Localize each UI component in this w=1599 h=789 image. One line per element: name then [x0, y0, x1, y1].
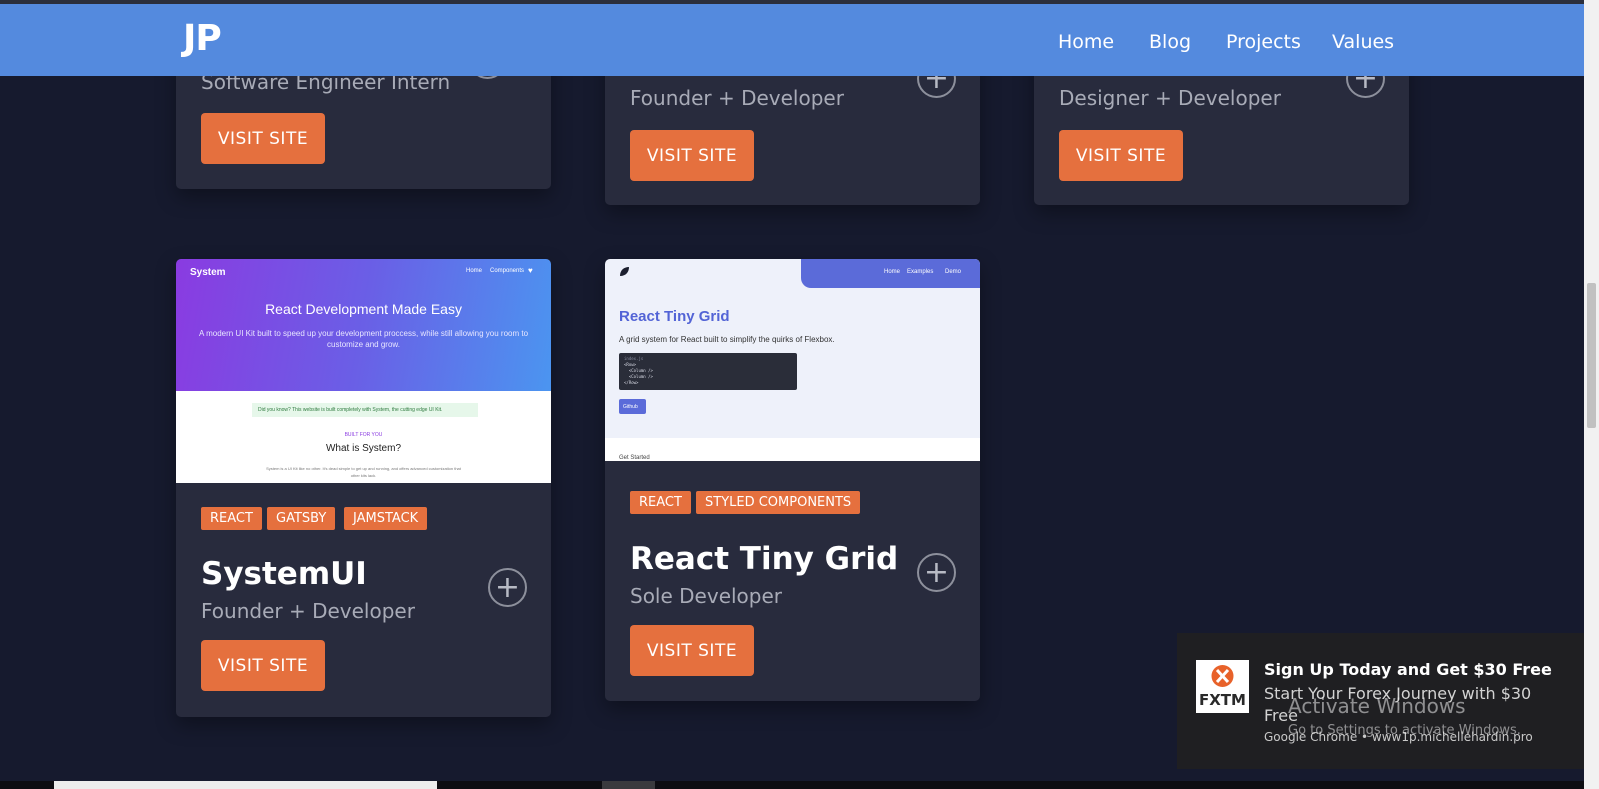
visit-site-button[interactable]: VISIT SITE: [201, 113, 325, 164]
scrollbar-thumb[interactable]: [1587, 283, 1596, 428]
project-title: React Tiny Grid: [630, 541, 899, 577]
preview-subline: A modern UI Kit built to speed up your d…: [198, 329, 529, 349]
visit-site-button[interactable]: VISIT SITE: [1059, 130, 1183, 181]
preview-nav-components: Components: [490, 268, 525, 274]
project-card-react-tiny-grid: Home Examples Demo React Tiny Grid A gri…: [605, 259, 980, 701]
preview-section-title: What is System?: [325, 443, 402, 454]
preview-footer: Get Started: [605, 438, 980, 461]
site-logo[interactable]: JP: [183, 18, 222, 59]
plus-icon: +: [494, 569, 521, 605]
project-screenshot: Home Examples Demo React Tiny Grid A gri…: [605, 259, 980, 461]
visit-site-button[interactable]: VISIT SITE: [630, 625, 754, 676]
preview-code-line: index.js: [624, 356, 644, 361]
project-role: Sole Developer: [630, 584, 783, 608]
preview-code-block: index.js <Row> <Column /> <Column /> </R…: [619, 353, 797, 390]
activate-windows-subtitle: Go to Settings to activate Windows.: [1288, 723, 1521, 738]
nav-link-blog[interactable]: Blog: [1149, 31, 1191, 53]
preview-github-button: Github: [619, 399, 646, 414]
tag-react: REACT: [630, 491, 691, 514]
nav-link-values[interactable]: Values: [1332, 31, 1394, 53]
page-scrollbar[interactable]: [1584, 0, 1599, 789]
preview-subline: A grid system for React built to simplif…: [619, 335, 835, 344]
preview-code-line: <Row>: [624, 362, 637, 367]
tag-jamstack: JAMSTACK: [344, 507, 428, 530]
expand-card-button[interactable]: +: [488, 568, 527, 607]
taskbar-segment: [602, 781, 655, 789]
preview-leaf-icon: [620, 267, 629, 276]
preview-eyebrow: BUILT FOR YOU: [344, 432, 383, 438]
expand-card-button[interactable]: +: [917, 553, 956, 592]
fxtm-logo-icon: FXTM: [1196, 660, 1249, 713]
preview-heart-icon: ♥: [528, 266, 533, 275]
site-navbar: JP Home Blog Projects Values: [0, 4, 1584, 76]
project-role: Designer + Developer: [1059, 86, 1281, 110]
preview-brand: System: [190, 267, 226, 278]
preview-code-line: <Column />: [624, 368, 653, 373]
preview-section-text: System is a UI Kit like no other. It's d…: [266, 466, 461, 478]
tag-styled-components: STYLED COMPONENTS: [696, 491, 861, 514]
preview-get-started: Get Started: [619, 455, 650, 461]
nav-link-projects[interactable]: Projects: [1226, 31, 1301, 53]
project-role: Founder + Developer: [630, 86, 844, 110]
taskbar-segment: [54, 781, 437, 789]
notification-title: Sign Up Today and Get $30 Free: [1264, 660, 1552, 679]
svg-text:FXTM: FXTM: [1199, 691, 1246, 709]
visit-site-button[interactable]: VISIT SITE: [201, 640, 325, 691]
plus-icon: +: [923, 554, 950, 590]
preview-headline: React Tiny Grid: [619, 308, 730, 325]
visit-site-button[interactable]: VISIT SITE: [630, 130, 754, 181]
preview-nav-examples: Examples: [907, 269, 934, 275]
project-title: SystemUI: [201, 556, 367, 592]
preview-code-line: </Row>: [624, 380, 639, 385]
preview-code-line: <Column />: [624, 374, 653, 379]
preview-hero: System Home Components ♥ React Developme…: [176, 259, 551, 391]
tag-gatsby: GATSBY: [267, 507, 336, 530]
preview-nav-demo: Demo: [945, 269, 962, 275]
preview-headline: React Development Made Easy: [265, 301, 462, 317]
tag-react: REACT: [201, 507, 262, 530]
activate-windows-title: Activate Windows: [1288, 694, 1466, 718]
preview-nav-home: Home: [884, 269, 901, 275]
nav-link-home[interactable]: Home: [1058, 31, 1114, 53]
preview-navbar: Home Examples Demo: [801, 259, 980, 288]
preview-notice: Did you know? This website is built comp…: [252, 403, 478, 417]
project-card-systemui: System Home Components ♥ React Developme…: [176, 259, 551, 717]
project-role: Founder + Developer: [201, 599, 415, 623]
project-screenshot: System Home Components ♥ React Developme…: [176, 259, 551, 483]
preview-nav-home: Home: [466, 268, 483, 274]
preview-body: Did you know? This website is built comp…: [176, 391, 551, 483]
